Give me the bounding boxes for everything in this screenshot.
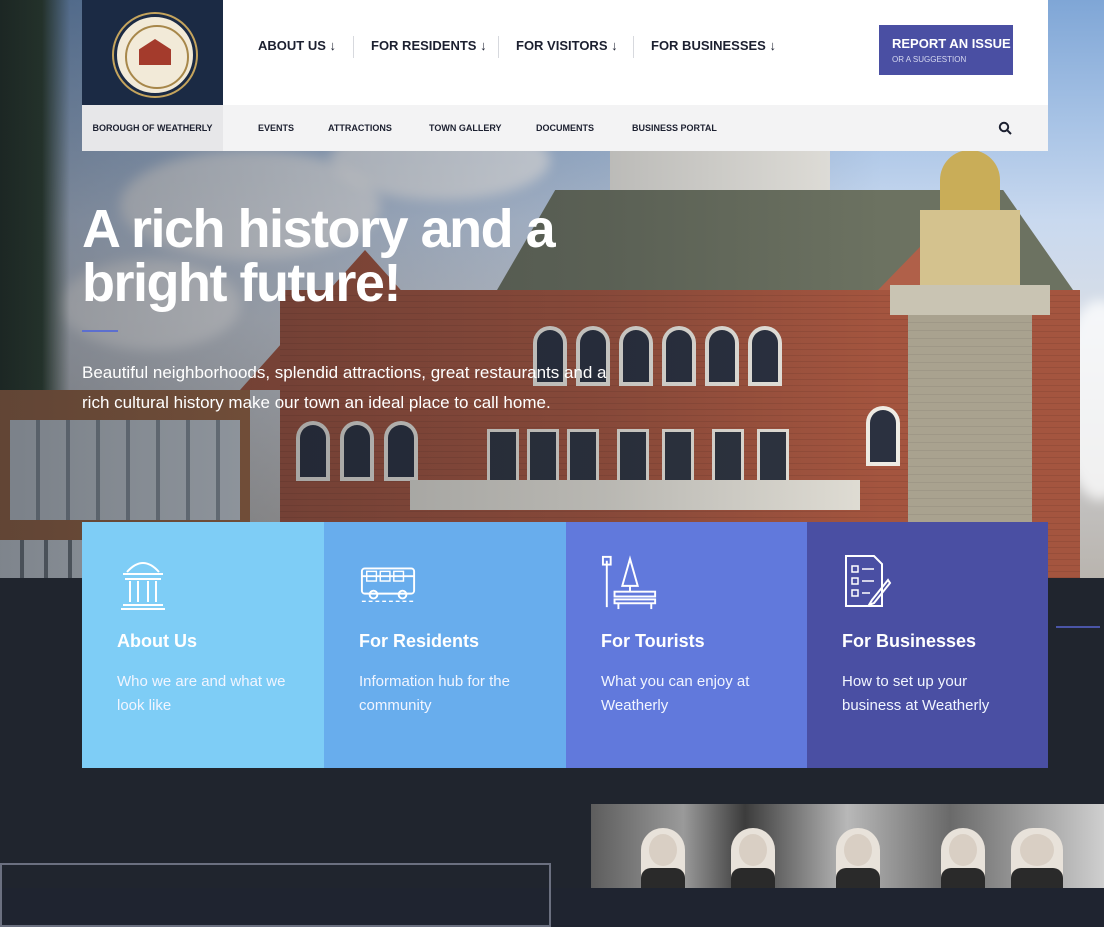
card-description: Information hub for the community [359,673,510,714]
nav-for-residents[interactable]: FOR RESIDENTS ↓ [371,38,487,53]
hero-headline: A rich history and a bright future! [82,199,556,313]
nav-divider [353,36,354,58]
nav-about-us[interactable]: ABOUT US ↓ [258,38,336,53]
card-about-us[interactable]: About Us Who we are and what we look lik… [82,522,324,768]
search-icon[interactable] [998,121,1012,135]
report-issue-label: REPORT AN ISSUE [892,36,1011,51]
report-issue-button[interactable]: REPORT AN ISSUE OR A SUGGESTION [879,25,1013,75]
card-for-residents[interactable]: For Residents Information hub for the co… [324,522,566,768]
card-title: For Residents [359,631,480,651]
card-description: What you can enjoy at Weatherly [601,673,750,714]
hero-divider [82,330,118,332]
park-bench-icon [601,555,657,610]
subnav-business-portal[interactable]: BUSINESS PORTAL [632,123,717,133]
accent-divider [1056,626,1100,628]
hero-subtext: Beautiful neighborhoods, splendid attrac… [82,363,607,412]
subnav-town-gallery[interactable]: TOWN GALLERY [429,123,502,133]
subnav-attractions[interactable]: ATTRACTIONS [328,123,392,133]
nav-divider [633,36,634,58]
bus-icon [360,567,416,603]
nav-divider [498,36,499,58]
site-logo[interactable] [82,0,223,105]
subnav-documents[interactable]: DOCUMENTS [536,123,594,133]
report-issue-sublabel: OR A SUGGESTION [892,55,967,64]
building-columns-icon [121,562,165,610]
card-description: Who we are and what we look like [117,673,286,714]
nav-for-visitors[interactable]: FOR VISITORS ↓ [516,38,618,53]
nav-for-businesses[interactable]: FOR BUSINESSES ↓ [651,38,776,53]
card-title: For Businesses [842,631,977,651]
content-box [0,863,551,927]
card-description: How to set up your business at Weatherly [842,673,990,714]
card-for-tourists[interactable]: For Tourists What you can enjoy at Weath… [566,522,808,768]
checklist-icon [845,555,892,608]
subnav-events[interactable]: EVENTS [258,123,294,133]
council-photo [591,804,1104,888]
card-title: About Us [117,631,197,651]
card-for-businesses[interactable]: For Businesses How to set up your busine… [807,522,1048,768]
borough-label[interactable]: BOROUGH OF WEATHERLY [82,105,223,151]
borough-seal-icon [114,14,196,96]
card-title: For Tourists [601,631,705,651]
